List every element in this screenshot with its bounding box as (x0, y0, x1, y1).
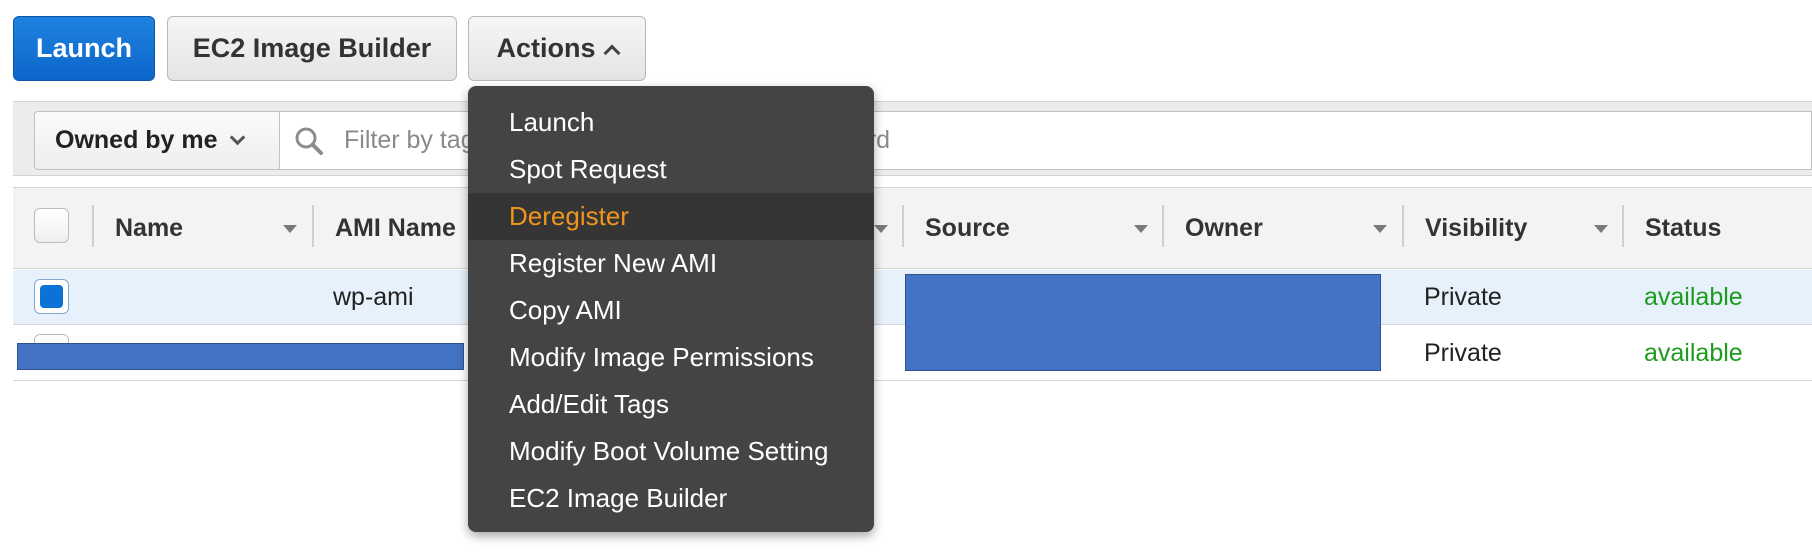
visibility-cell: Private (1424, 339, 1502, 367)
status-cell: available (1644, 339, 1743, 367)
row-checkbox[interactable] (34, 279, 69, 314)
menu-item-deregister[interactable]: Deregister (468, 193, 874, 240)
column-divider (312, 205, 314, 247)
redacted-block (905, 274, 1381, 371)
sort-arrow-icon[interactable] (1594, 225, 1608, 233)
sort-arrow-icon[interactable] (1134, 225, 1148, 233)
column-header-visibility[interactable]: Visibility (1425, 187, 1527, 269)
menu-item-modify-boot-volume-setting[interactable]: Modify Boot Volume Setting (468, 428, 874, 475)
redacted-block (17, 343, 464, 370)
column-header-source[interactable]: Source (925, 187, 1010, 269)
actions-dropdown-menu: Launch Spot Request Deregister Register … (468, 86, 874, 532)
column-divider (1402, 205, 1404, 247)
column-divider (1622, 205, 1624, 247)
menu-item-register-new-ami[interactable]: Register New AMI (468, 240, 874, 287)
column-header-name[interactable]: Name (115, 187, 183, 269)
column-header-owner[interactable]: Owner (1185, 187, 1263, 269)
menu-item-add-edit-tags[interactable]: Add/Edit Tags (468, 381, 874, 428)
column-divider (92, 205, 94, 247)
sort-arrow-icon[interactable] (874, 225, 888, 233)
column-header-ami-name[interactable]: AMI Name (335, 187, 456, 269)
visibility-cell: Private (1424, 283, 1502, 311)
ami-name-cell: wp-ami (333, 283, 414, 311)
menu-item-modify-image-permissions[interactable]: Modify Image Permissions (468, 334, 874, 381)
menu-item-copy-ami[interactable]: Copy AMI (468, 287, 874, 334)
ec2-image-builder-label: EC2 Image Builder (192, 33, 432, 63)
sort-arrow-icon[interactable] (1373, 225, 1387, 233)
ec2-image-builder-button[interactable]: EC2 Image Builder (167, 16, 457, 81)
sort-arrow-icon[interactable] (283, 225, 297, 233)
select-all-checkbox[interactable] (34, 208, 69, 243)
menu-item-ec2-image-builder[interactable]: EC2 Image Builder (468, 475, 874, 522)
chevron-down-icon (229, 129, 245, 146)
launch-button[interactable]: Launch (13, 16, 155, 81)
actions-button[interactable]: Actions (468, 16, 646, 81)
status-cell: available (1644, 283, 1743, 311)
search-icon (295, 127, 323, 155)
column-header-status[interactable]: Status (1645, 187, 1721, 269)
owner-filter-value: Owned by me (55, 126, 218, 154)
owner-filter-dropdown[interactable]: Owned by me (34, 111, 280, 170)
menu-item-launch[interactable]: Launch (468, 99, 874, 146)
menu-item-spot-request[interactable]: Spot Request (468, 146, 874, 193)
chevron-up-icon (603, 44, 620, 61)
column-divider (1162, 205, 1164, 247)
column-divider (902, 205, 904, 247)
actions-label: Actions (496, 33, 596, 63)
